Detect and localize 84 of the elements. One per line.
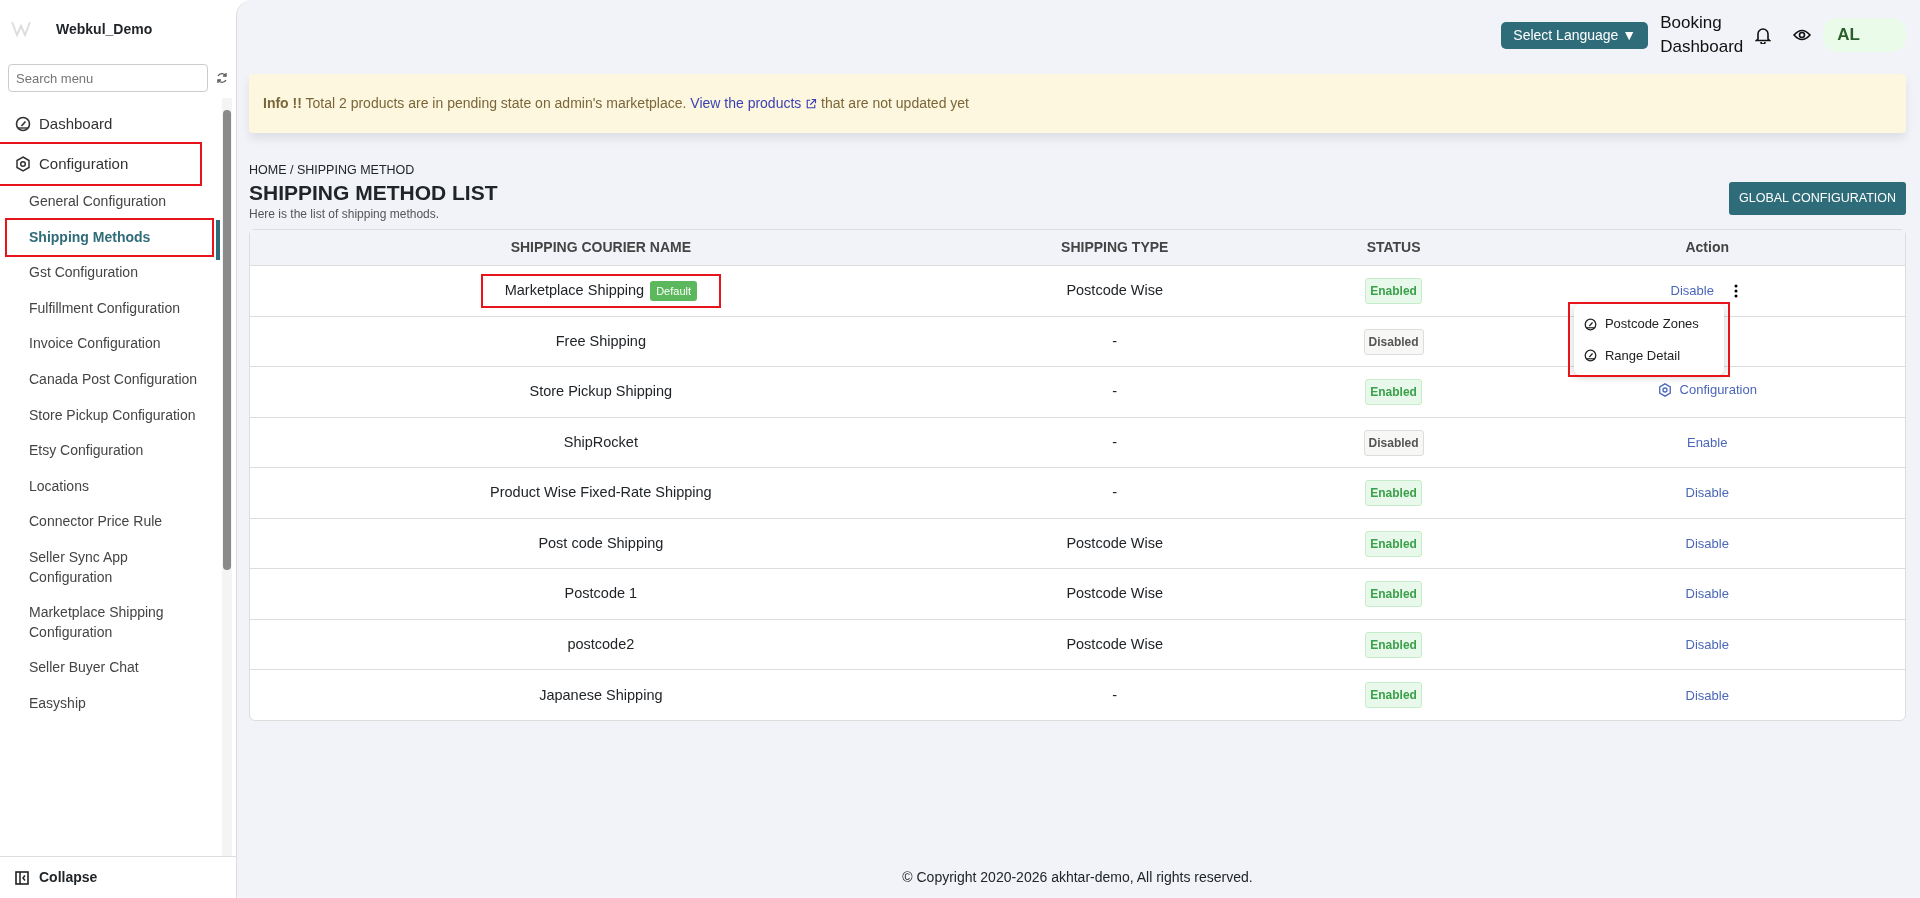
- gauge-icon: [15, 116, 31, 132]
- sidebar-item[interactable]: Configuration: [0, 144, 200, 184]
- enable-link[interactable]: Enable: [1686, 432, 1728, 453]
- info-message: Info !! Total 2 products are in pending state on admin's marketplace. View the products that are not updated yet: [263, 95, 969, 111]
- scrollbar[interactable]: [222, 98, 232, 856]
- active-indicator: [216, 220, 220, 260]
- default-tag: Default: [650, 280, 697, 302]
- column-header: STATUS: [1277, 229, 1510, 266]
- menu-item[interactable]: Range Detail: [1573, 339, 1724, 372]
- sidebar-subitem[interactable]: Seller Sync App Configuration: [7, 539, 212, 596]
- table-cell-text: Post code Shipping: [538, 533, 664, 553]
- booking-dashboard-link[interactable]: Booking Dashboard: [1660, 11, 1744, 59]
- disable-link[interactable]: Disable: [1670, 281, 1714, 301]
- refresh-icon[interactable]: [216, 72, 228, 84]
- external-link-icon: [805, 98, 818, 111]
- disable-link[interactable]: Disable: [1685, 483, 1729, 503]
- sidebar-subitem[interactable]: General Configuration: [7, 184, 212, 220]
- gauge-icon: [1583, 349, 1597, 362]
- copyright-footer: © Copyright 2020-2026 akhtar-demo, All rights reserved.: [249, 856, 1906, 898]
- status-tag: Enabled: [1365, 379, 1422, 406]
- status-tag: Enabled: [1365, 278, 1422, 305]
- table-cell-text: Japanese Shipping: [539, 685, 663, 705]
- column-header: SHIPPING COURIER NAME: [250, 229, 952, 266]
- menu-item[interactable]: Postcode Zones: [1573, 308, 1724, 340]
- table-cell: -: [1112, 433, 1118, 450]
- language-select[interactable]: Select Language ▼: [1501, 21, 1649, 49]
- table-cell: -: [1112, 686, 1118, 703]
- gauge-icon: [1583, 317, 1597, 331]
- table-cell-text: postcode2: [567, 634, 635, 654]
- eye-icon[interactable]: [1793, 28, 1812, 42]
- table-cell: Postcode Wise: [1066, 534, 1164, 551]
- table-cell-text: ShipRocket: [563, 432, 638, 452]
- page-title: SHIPPING METHOD LIST: [249, 179, 498, 205]
- table-cell: Postcode Wise: [1066, 585, 1164, 602]
- table-cell-text: Postcode 1: [564, 584, 638, 604]
- kebab-icon: [1733, 284, 1738, 299]
- status-tag: Enabled: [1365, 631, 1422, 658]
- brand-name: Webkul_Demo: [56, 19, 153, 39]
- table-cell-text: Product Wise Fixed-Rate Shipping: [490, 483, 712, 503]
- hexagon-icon: [15, 156, 31, 172]
- sidebar-subitem[interactable]: Marketplace Shipping Configuration: [7, 595, 212, 651]
- hexagon-icon: [1657, 383, 1672, 398]
- table-cell: Postcode Wise: [1066, 282, 1164, 299]
- sidebar-subitem[interactable]: Fulfillment Configuration: [7, 290, 212, 327]
- table-cell-text: Free Shipping: [555, 331, 646, 351]
- sidebar-subitem[interactable]: Store Pickup Configuration: [7, 397, 212, 434]
- search-field[interactable]: Search menu: [8, 64, 208, 92]
- table-cell: -: [1112, 484, 1118, 501]
- collapse-button[interactable]: Collapse: [39, 867, 98, 888]
- column-header: Action: [1509, 229, 1905, 266]
- sidebar-item[interactable]: Dashboard: [0, 104, 200, 144]
- table-cell: Postcode Wise: [1066, 635, 1164, 652]
- status-tag: Enabled: [1365, 682, 1422, 709]
- status-tag: Disabled: [1363, 328, 1424, 355]
- sidebar-subitem[interactable]: Easyship: [7, 685, 212, 722]
- status-tag: Enabled: [1365, 581, 1422, 608]
- sidebar-subitem[interactable]: Seller Buyer Chat: [7, 650, 212, 686]
- page-subtitle: Here is the list of shipping methods.: [249, 205, 441, 223]
- column-header: SHIPPING TYPE: [951, 229, 1278, 266]
- sidebar-subitem[interactable]: Invoice Configuration: [7, 326, 212, 362]
- user-avatar[interactable]: AL: [1823, 18, 1906, 52]
- sidebar-subitem[interactable]: Gst Configuration: [7, 255, 212, 291]
- table-cell-text: Marketplace Shipping: [504, 281, 645, 301]
- table-cell-text: Store Pickup Shipping: [529, 382, 673, 402]
- disable-link[interactable]: Disable: [1685, 634, 1729, 655]
- bell-icon[interactable]: [1755, 26, 1772, 44]
- sidebar-subitem[interactable]: Locations: [7, 468, 212, 505]
- sidebar-subitem[interactable]: Canada Post Configuration: [7, 361, 212, 398]
- status-tag: Enabled: [1365, 530, 1422, 557]
- table-cell: -: [1112, 332, 1118, 349]
- products-link[interactable]: View the products: [690, 95, 818, 111]
- disable-link[interactable]: Disable: [1685, 533, 1729, 554]
- sidebar-subitem[interactable]: Etsy Configuration: [7, 433, 212, 469]
- configuration-link[interactable]: Configuration: [1657, 380, 1757, 400]
- global-configuration-button[interactable]: GLOBAL CONFIGURATION: [1729, 182, 1906, 215]
- status-tag: Enabled: [1365, 480, 1422, 507]
- sidebar-subitem[interactable]: Connector Price Rule: [7, 504, 212, 540]
- disable-link[interactable]: Disable: [1685, 685, 1729, 706]
- table-cell: -: [1112, 383, 1118, 400]
- sidebar-subitem[interactable]: Shipping Methods: [7, 219, 212, 256]
- collapse-icon[interactable]: [15, 870, 29, 885]
- status-tag: Disabled: [1363, 429, 1424, 456]
- breadcrumb: HOME / SHIPPING METHOD: [249, 162, 416, 179]
- disable-link[interactable]: Disable: [1685, 584, 1729, 604]
